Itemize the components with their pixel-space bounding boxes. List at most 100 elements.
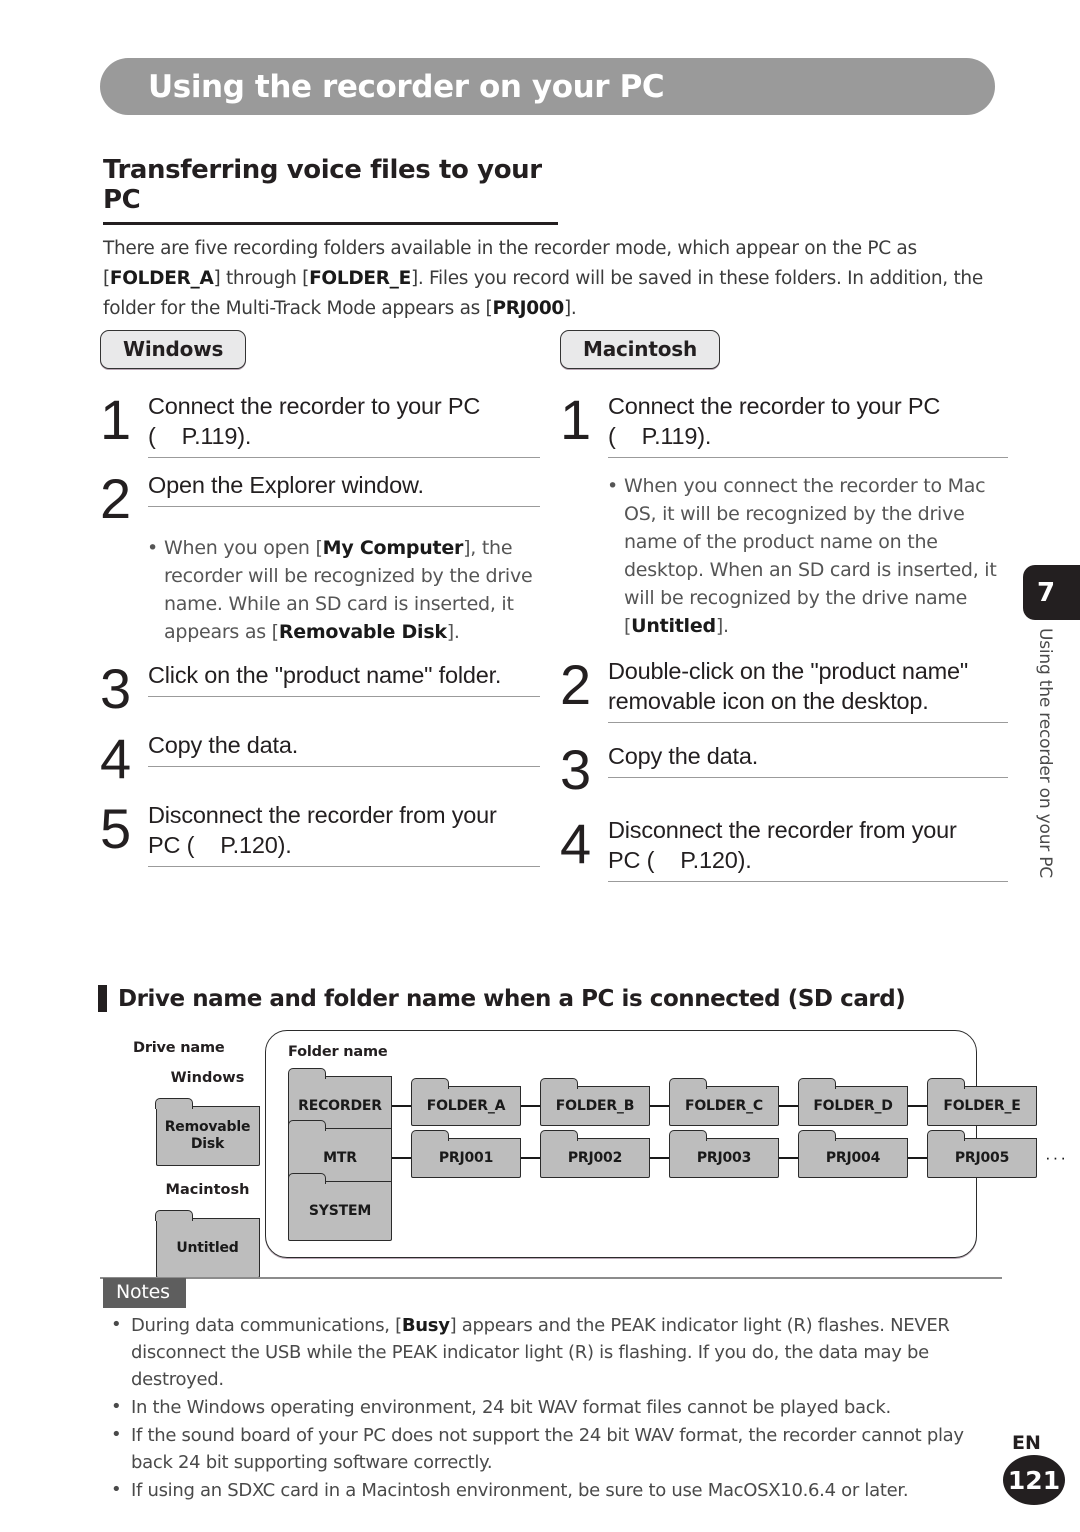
step-line-2b: P.120). [680, 847, 752, 873]
diagram-row-system: SYSTEM [287, 1173, 392, 1241]
step-divider [608, 777, 1008, 778]
step-number: 4 [100, 727, 132, 790]
step-line-1: Connect the recorder to your PC [608, 393, 941, 419]
step-text: Disconnect the recorder from your PC (P.… [148, 800, 540, 866]
connector-line [521, 1104, 540, 1108]
chapter-number: 7 [1037, 577, 1056, 608]
chapter-vertical-label: Using the recorder on your PC [1035, 628, 1055, 878]
step-line-1: Disconnect the recorder from your [148, 802, 497, 828]
section-title: Transferring voice files to your PC [103, 155, 542, 215]
step-text: Copy the data. [608, 743, 759, 769]
diagram-ellipsis: ··· [1045, 1148, 1068, 1167]
page-header-bar: Using the recorder on your PC [100, 58, 995, 115]
intro-folder-a: FOLDER_A [109, 267, 214, 289]
step-number: 5 [100, 797, 132, 860]
subsection-heading: Drive name and folder name when a PC is … [98, 985, 906, 1012]
os-badge-macintosh: Macintosh [560, 330, 720, 369]
folder-structure-diagram: Drive name Windows Removable Disk Macint… [100, 1030, 1066, 1278]
step-number: 3 [560, 738, 592, 801]
note-text-1: When you connect the recorder to Mac OS,… [624, 475, 997, 637]
step-number: 1 [560, 388, 592, 451]
step-text: Connect the recorder to your PC ( P.119). [608, 391, 1008, 457]
step-divider [608, 722, 1008, 723]
connector-line [779, 1104, 798, 1108]
folder-folder-a: FOLDER_A [410, 1078, 521, 1126]
notes-busy-label: Busy [401, 1315, 450, 1336]
folder-prj005: PRJ005 [926, 1130, 1037, 1178]
step-line-2a: ( [148, 423, 156, 449]
folder-folder-b: FOLDER_B [539, 1078, 650, 1126]
note-text-3: ]. [446, 621, 460, 643]
intro-prj000: PRJ000 [492, 297, 564, 319]
macintosh-step-4: 4 Disconnect the recorder from your PC (… [560, 815, 1008, 882]
step-number: 2 [560, 653, 592, 716]
notes-text-1: During data communications, [ [131, 1315, 402, 1336]
step-line-1: Connect the recorder to your PC [148, 393, 481, 419]
step-line-2a: ( [608, 423, 616, 449]
section-title-underline [103, 222, 558, 225]
folder-untitled: Untitled [155, 1210, 260, 1278]
note-untitled: Untitled [631, 615, 716, 637]
intro-paragraph: There are five recording folders availab… [103, 234, 1003, 324]
step-line-2a: PC ( [148, 832, 195, 858]
folder-system: SYSTEM [287, 1173, 392, 1241]
connector-line [392, 1104, 411, 1108]
notes-badge: Notes [103, 1278, 186, 1308]
step-line-2a: PC ( [608, 847, 655, 873]
step-text: Connect the recorder to your PC (P.119). [148, 391, 540, 457]
notes-item: In the Windows operating environment, 24… [103, 1393, 1003, 1421]
notes-separator [100, 1277, 1002, 1279]
page-number-badge: 121 [1003, 1455, 1065, 1505]
step-divider [148, 457, 540, 458]
step-number: 4 [560, 812, 592, 875]
connector-line [650, 1104, 669, 1108]
heading-marker-icon [98, 985, 107, 1012]
notes-item: If using an SDXC card in a Macintosh env… [103, 1476, 1003, 1504]
intro-folder-e: FOLDER_E [309, 267, 411, 289]
note-text-1: When you open [ [164, 537, 323, 559]
folder-name-label: Folder name [288, 1044, 388, 1060]
folder-folder-c: FOLDER_C [668, 1078, 779, 1126]
page-header-title: Using the recorder on your PC [148, 68, 665, 105]
step-number: 3 [100, 657, 132, 720]
folder-folder-e: FOLDER_E [926, 1078, 1037, 1126]
notes-list: During data communications, [Busy] appea… [103, 1311, 1003, 1505]
folder-removable-disk: Removable Disk [155, 1098, 260, 1166]
connector-line [779, 1156, 798, 1160]
folder-prj003: PRJ003 [668, 1130, 779, 1178]
notes-item: If the sound board of your PC does not s… [103, 1421, 1003, 1476]
subsection-heading-text: Drive name and folder name when a PC is … [118, 985, 906, 1012]
section-title-block: Transferring voice files to your PC [103, 155, 558, 225]
intro-text-4: ]. [563, 297, 577, 319]
step-divider [608, 881, 1008, 882]
windows-note-item: When you open [My Computer], the recorde… [144, 534, 540, 646]
step-line-1: Disconnect the recorder from your [608, 817, 957, 843]
step-text: Double-click on the "product name" remov… [608, 658, 968, 714]
windows-step-1: 1 Connect the recorder to your PC (P.119… [100, 391, 540, 458]
step-text: Copy the data. [148, 732, 299, 758]
step-number: 1 [100, 388, 132, 451]
macintosh-step-1: 1 Connect the recorder to your PC ( P.119… [560, 391, 1008, 458]
folder-name-panel: Folder name RECORDER FOLDER_A FOLDER_B F… [265, 1030, 1066, 1258]
step-text: Disconnect the recorder from your PC ( P.… [608, 815, 1008, 881]
step-divider [148, 696, 540, 697]
step-line-2b: P.119). [641, 423, 712, 449]
windows-step-3: 3 Click on the "product name" folder. [100, 657, 540, 720]
windows-step-2: 2 Open the Explorer window. [100, 467, 540, 530]
note-text-2: ]. [715, 615, 729, 637]
step-divider [148, 766, 540, 767]
connector-line [650, 1156, 669, 1160]
step-text: Open the Explorer window. [148, 472, 424, 498]
macintosh-note-list: When you connect the recorder to Mac OS,… [604, 472, 1008, 640]
step-number: 2 [100, 467, 132, 530]
macintosh-column: Macintosh 1 Connect the recorder to your… [560, 330, 1008, 882]
notes-item: During data communications, [Busy] appea… [103, 1311, 1003, 1393]
step-divider [148, 506, 540, 507]
folder-folder-d: FOLDER_D [797, 1078, 908, 1126]
intro-text-2: ] through [ [213, 267, 310, 289]
step-text: Click on the "product name" folder. [148, 662, 502, 688]
macintosh-note-item: When you connect the recorder to Mac OS,… [604, 472, 1008, 640]
diagram-row-mtr: MTR PRJ001 PRJ002 PRJ003 PRJ004 PRJ005 ·… [287, 1120, 1068, 1188]
os-badge-windows: Windows [100, 330, 247, 369]
windows-column: Windows 1 Connect the recorder to your P… [100, 330, 540, 867]
